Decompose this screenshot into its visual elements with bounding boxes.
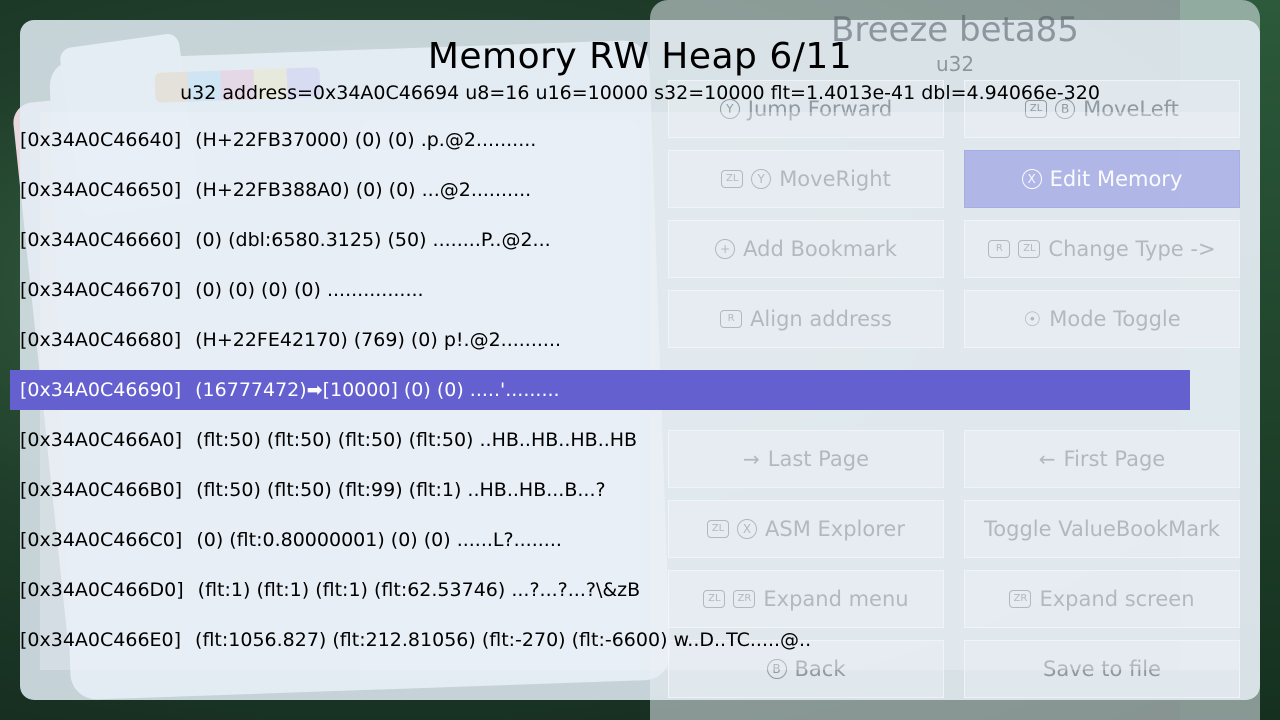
row-address: [0x34A0C466B0] — [20, 479, 183, 501]
row-address: [0x34A0C466E0] — [20, 629, 182, 651]
memory-row[interactable]: [0x34A0C466A0] (flt:50) (flt:50) (flt:50… — [10, 420, 1190, 460]
row-address: [0x34A0C466C0] — [20, 529, 183, 551]
memory-row-selected[interactable]: [0x34A0C46690] (16777472)➡[10000] (0) (0… — [10, 370, 1190, 410]
memory-row[interactable]: [0x34A0C46660] (0) (dbl:6580.3125) (50) … — [10, 220, 1190, 260]
row-values: (H+22FE42170) (769) (0) p!.@2.......... — [195, 329, 562, 351]
value-summary: u32 address=0x34A0C46694 u8=16 u16=10000… — [180, 82, 1100, 104]
row-address: [0x34A0C46680] — [20, 329, 182, 351]
row-address: [0x34A0C46660] — [20, 229, 182, 251]
memory-row[interactable]: [0x34A0C466E0] (flt:1056.827) (flt:212.8… — [10, 620, 1190, 660]
row-values: (flt:1056.827) (flt:212.81056) (flt:-270… — [195, 629, 812, 651]
row-values: (flt:50) (flt:50) (flt:50) (flt:50) ..HB… — [196, 429, 638, 451]
row-values: (H+22FB388A0) (0) (0) ...@2.......... — [195, 179, 532, 201]
row-values: (flt:1) (flt:1) (flt:1) (flt:62.53746) .… — [197, 579, 641, 601]
row-address: [0x34A0C46670] — [20, 279, 182, 301]
row-values: (flt:50) (flt:50) (flt:99) (flt:1) ..HB.… — [196, 479, 606, 501]
memory-row[interactable]: [0x34A0C46650] (H+22FB388A0) (0) (0) ...… — [10, 170, 1190, 210]
row-values: (0) (0) (0) (0) ................ — [195, 279, 424, 301]
memory-row[interactable]: [0x34A0C46640] (H+22FB37000) (0) (0) .p.… — [10, 120, 1190, 160]
page-title: Memory RW Heap 6/11 — [427, 36, 853, 77]
row-address: [0x34A0C46640] — [20, 129, 182, 151]
row-address: [0x34A0C466D0] — [20, 579, 184, 601]
row-values: (0) (flt:0.80000001) (0) (0) ......L?...… — [196, 529, 562, 551]
row-address: [0x34A0C46650] — [20, 179, 182, 201]
row-values: (16777472)➡[10000] (0) (0) .....'.......… — [195, 379, 560, 401]
memory-row[interactable]: [0x34A0C466B0] (flt:50) (flt:50) (flt:99… — [10, 470, 1190, 510]
memory-row[interactable]: [0x34A0C466D0] (flt:1) (flt:1) (flt:1) (… — [10, 570, 1190, 610]
memory-row[interactable]: [0x34A0C466C0] (0) (flt:0.80000001) (0) … — [10, 520, 1190, 560]
row-values: (H+22FB37000) (0) (0) .p.@2.......... — [195, 129, 537, 151]
memory-row[interactable]: [0x34A0C46670] (0) (0) (0) (0) .........… — [10, 270, 1190, 310]
memory-row[interactable]: [0x34A0C46680] (H+22FE42170) (769) (0) p… — [10, 320, 1190, 360]
row-address: [0x34A0C46690] — [20, 379, 182, 401]
row-address: [0x34A0C466A0] — [20, 429, 183, 451]
row-values: (0) (dbl:6580.3125) (50) ........P..@2..… — [195, 229, 551, 251]
